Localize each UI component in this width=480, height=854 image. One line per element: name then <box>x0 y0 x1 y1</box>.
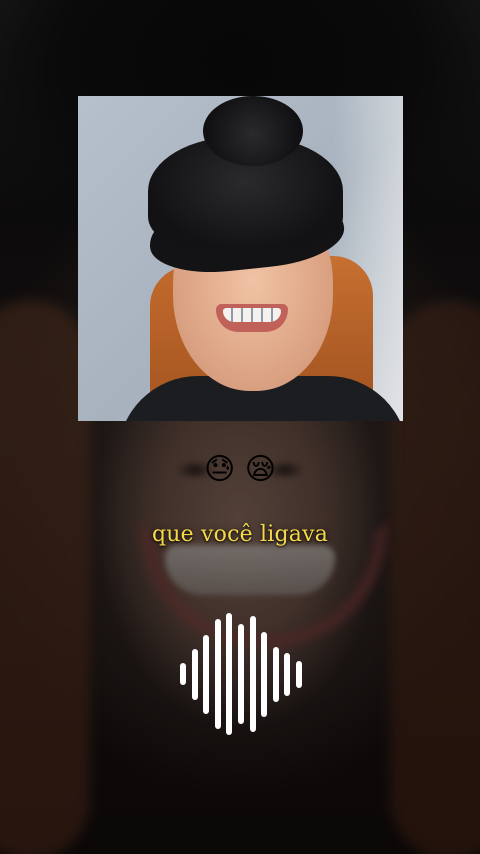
waveform-bar <box>214 619 221 729</box>
waveform-bar <box>191 648 198 700</box>
waveform-bar <box>284 652 291 696</box>
waveform-bar <box>226 613 233 735</box>
waveform-bar <box>295 660 302 688</box>
emoji-row: 😓 😪 <box>0 450 480 490</box>
waveform-bar <box>237 624 244 724</box>
waveform-bar <box>203 634 210 714</box>
sweat-face-emoji: 😓 <box>203 452 236 487</box>
audio-waveform-icon <box>180 612 302 736</box>
sleepy-face-emoji: 😪 <box>244 452 277 487</box>
portrait-photo <box>78 96 403 421</box>
waveform-bar <box>180 663 186 685</box>
lyric-caption: que você ligava <box>151 522 329 547</box>
waveform-bar <box>249 616 256 732</box>
waveform-bar <box>272 646 279 702</box>
waveform-bar <box>261 631 268 717</box>
